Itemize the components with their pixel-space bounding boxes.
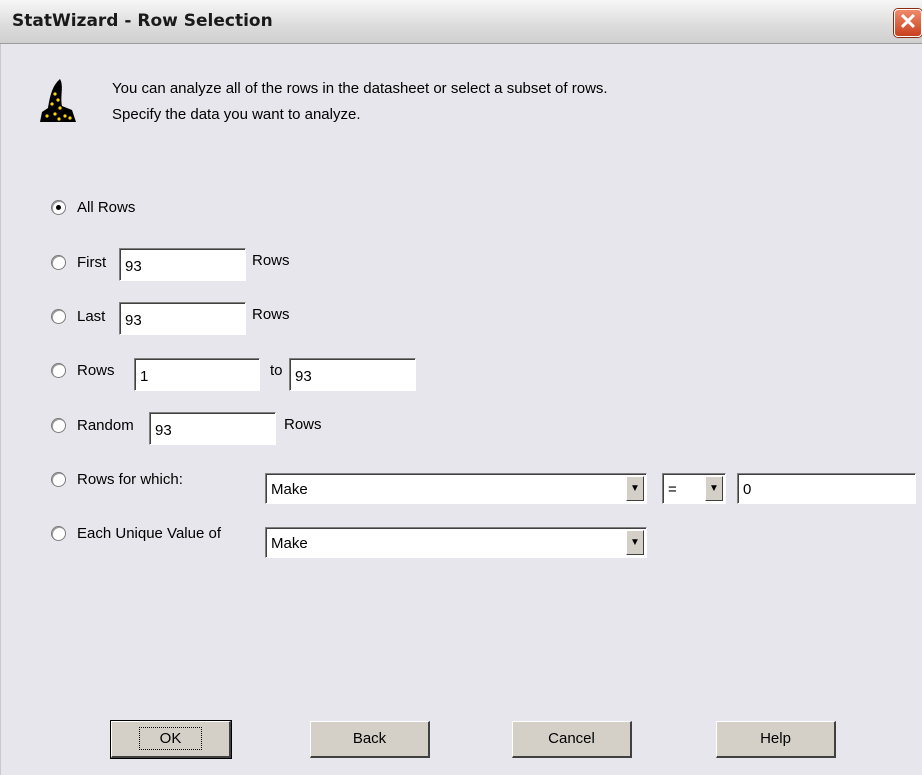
last-rows-suffix: Rows [252,306,290,323]
operator-value: = [668,481,677,498]
all-rows-radio[interactable] [51,200,66,215]
each-unique-variable-value: Make [271,535,308,552]
rows-for-which-radio[interactable] [51,472,66,487]
last-label: Last [77,308,106,325]
option-random[interactable]: Random [51,417,134,434]
last-radio[interactable] [51,309,66,324]
rows-for-which-variable-value: Make [271,481,308,498]
dialog-body [0,44,922,775]
first-label: First [77,254,107,271]
option-all-rows[interactable]: All Rows [51,199,135,216]
each-unique-radio[interactable] [51,526,66,541]
first-radio[interactable] [51,255,66,270]
range-radio[interactable] [51,363,66,378]
condition-value-field[interactable]: 0 [737,473,916,504]
first-rows-suffix: Rows [252,252,290,269]
random-radio[interactable] [51,418,66,433]
chevron-down-icon[interactable]: ▼ [705,476,723,501]
option-rows-for-which[interactable]: Rows for which: [51,471,183,488]
intro-line-1: You can analyze all of the rows in the d… [112,80,608,97]
chevron-down-icon[interactable]: ▼ [626,530,644,555]
all-rows-label: All Rows [77,199,136,216]
rows-for-which-label: Rows for which: [77,471,183,488]
each-unique-variable-select[interactable]: Make ▼ [265,527,647,558]
operator-select[interactable]: = ▼ [662,473,726,504]
window-title: StatWizard - Row Selection [12,11,273,31]
random-count-field[interactable]: 93 [149,412,276,445]
each-unique-label: Each Unique Value of [77,525,221,542]
first-count-field[interactable]: 93 [119,248,246,281]
last-count-field[interactable]: 93 [119,302,246,335]
title-bar: StatWizard - Row Selection ✕ [0,0,922,44]
range-to-field[interactable]: 93 [289,358,416,391]
random-label: Random [77,417,134,434]
intro-line-2: Specify the data you want to analyze. [112,106,361,123]
option-last[interactable]: Last [51,308,105,325]
close-button[interactable]: ✕ [894,9,922,37]
cancel-button[interactable]: Cancel [512,721,632,758]
random-rows-suffix: Rows [284,416,322,433]
range-from-field[interactable]: 1 [134,358,260,391]
range-label: Rows [77,362,115,379]
help-button[interactable]: Help [716,721,836,758]
back-button[interactable]: Back [310,721,430,758]
chevron-down-icon[interactable]: ▼ [626,476,644,501]
rows-for-which-variable-select[interactable]: Make ▼ [265,473,647,504]
option-row-range[interactable]: Rows [51,362,115,379]
ok-button[interactable]: OK [110,720,232,759]
option-first[interactable]: First [51,254,106,271]
wizard-hat-icon [40,79,76,122]
range-to-label: to [270,362,283,379]
ok-button-label: OK [138,727,203,750]
option-each-unique-value[interactable]: Each Unique Value of [51,525,221,542]
